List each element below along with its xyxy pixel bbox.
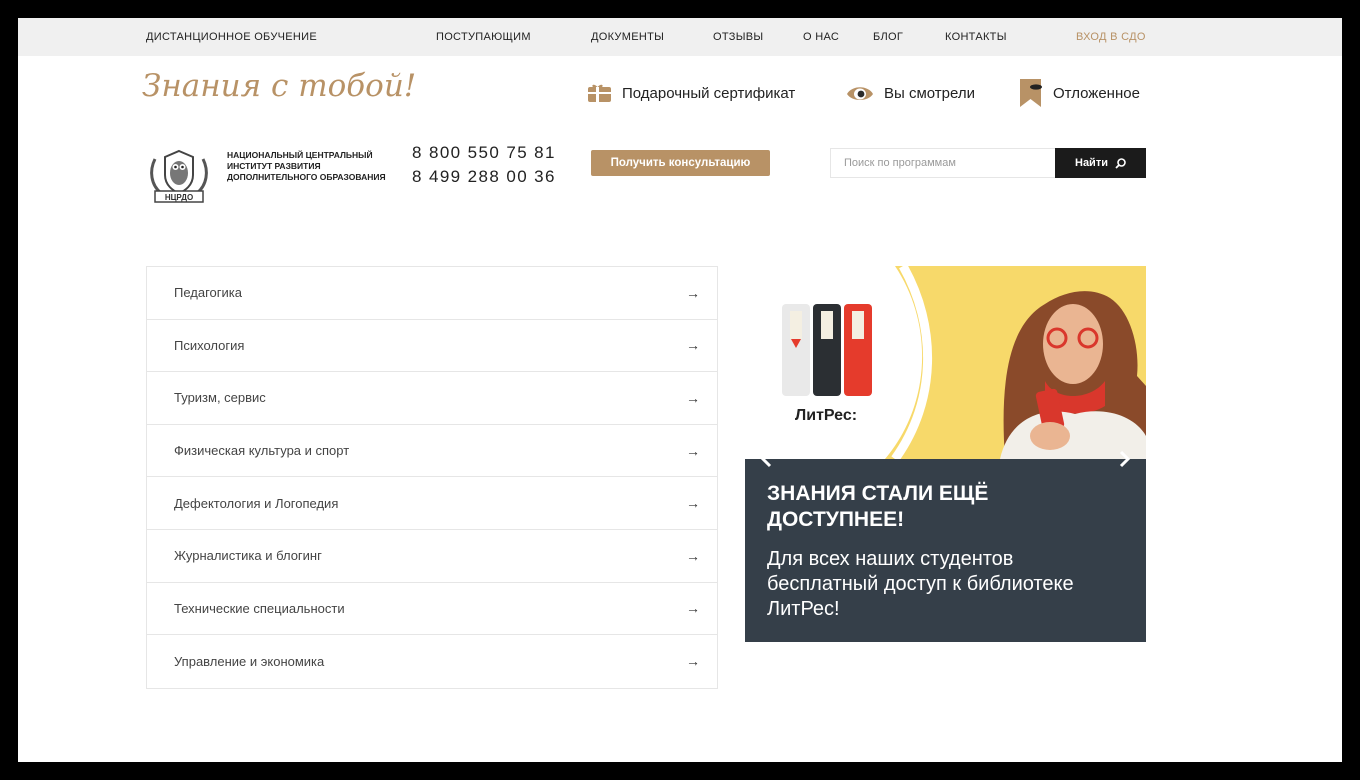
nav-blog[interactable]: БЛОГ [873, 31, 903, 43]
arrow-right-icon: → [686, 653, 700, 670]
institute-name: НАЦИОНАЛЬНЫЙ ЦЕНТРАЛЬНЫЙ ИНСТИТУТ РАЗВИТ… [227, 150, 386, 182]
gift-certificate-link[interactable]: Подарочный сертификат [587, 78, 795, 108]
gift-certificate-label: Подарочный сертификат [622, 84, 796, 102]
arrow-right-icon: → [686, 547, 700, 564]
category-item-tourism[interactable]: Туризм, сервис → [147, 372, 717, 425]
slogan: Знания с тобой! [142, 68, 417, 104]
gift-icon [588, 84, 611, 102]
banner-next-button[interactable] [1114, 449, 1134, 469]
category-label: Туризм, сервис [174, 390, 266, 406]
saved-link[interactable]: Отложенное [1019, 78, 1140, 108]
arrow-right-icon: → [686, 442, 700, 459]
category-item-defectology[interactable]: Дефектология и Логопедия → [147, 477, 717, 530]
category-list: Педагогика → Психология → Туризм, сервис → … [146, 266, 718, 689]
arrow-right-icon: → [686, 495, 700, 512]
banner-image: ЛитРес: [745, 266, 1146, 459]
viewed-link[interactable]: Вы смотрели [846, 78, 975, 108]
category-item-sport[interactable]: Физическая культура и спорт → [147, 425, 717, 478]
phone-2[interactable]: 8 499 288 00 36 [412, 167, 556, 187]
eye-icon [847, 87, 873, 100]
login-link[interactable]: ВХОД В СДО [1076, 31, 1146, 43]
arrow-right-icon: → [686, 600, 700, 617]
chevron-left-icon [760, 450, 772, 468]
category-label: Физическая культура и спорт [174, 443, 350, 459]
top-nav: ДИСТАНЦИОННОЕ ОБУЧЕНИЕ ПОСТУПАЮЩИМ ДОКУМ… [18, 18, 1342, 56]
viewed-label: Вы смотрели [884, 84, 975, 102]
nav-distance-learning[interactable]: ДИСТАНЦИОННОЕ ОБУЧЕНИЕ [146, 31, 317, 43]
banner-brand: ЛитРес: [795, 407, 857, 424]
promo-banner[interactable]: ЛитРес: ЗНАНИЯ СТАЛИ ЕЩЁ ДОСТУПНЕЕ! Для … [745, 266, 1146, 642]
category-label: Психология [174, 337, 245, 353]
consultation-button[interactable]: Получить консультацию [591, 150, 770, 176]
arrow-right-icon: → [686, 389, 700, 406]
banner-illustration: ЛитРес: [745, 266, 1146, 459]
category-label: Дефектология и Логопедия [174, 495, 339, 511]
category-label: Управление и экономика [174, 653, 325, 669]
saved-label: Отложенное [1053, 84, 1140, 102]
search-button[interactable]: Найти [1055, 148, 1146, 178]
category-item-management[interactable]: Управление и экономика → [147, 635, 717, 688]
arrow-right-icon: → [686, 337, 700, 354]
nav-reviews[interactable]: ОТЗЫВЫ [713, 31, 763, 43]
banner-text-box: ЗНАНИЯ СТАЛИ ЕЩЁ ДОСТУПНЕЕ! Для всех наш… [745, 459, 1146, 642]
banner-text: Для всех наших студентов бесплатный дост… [767, 548, 1074, 620]
bookmark-icon [1020, 79, 1042, 107]
category-item-pedagogy[interactable]: Педагогика → [147, 267, 717, 320]
search-button-label: Найти [1075, 157, 1108, 169]
nav-applicants[interactable]: ПОСТУПАЮЩИМ [436, 31, 531, 43]
search-input[interactable] [830, 148, 1055, 178]
arrow-right-icon: → [686, 284, 700, 301]
owl-emblem-icon: НЦРДО [150, 149, 208, 203]
nav-contacts[interactable]: КОНТАКТЫ [945, 31, 1007, 43]
banner-title: ЗНАНИЯ СТАЛИ ЕЩЁ ДОСТУПНЕЕ! [767, 482, 989, 531]
category-label: Технические специальности [174, 600, 345, 616]
page: ДИСТАНЦИОННОЕ ОБУЧЕНИЕ ПОСТУПАЮЩИМ ДОКУМ… [18, 18, 1342, 762]
category-item-journalism[interactable]: Журналистика и блогинг → [147, 530, 717, 583]
category-item-technical[interactable]: Технические специальности → [147, 583, 717, 636]
nav-about[interactable]: О НАС [803, 31, 839, 43]
category-item-psychology[interactable]: Психология → [147, 320, 717, 373]
logo-emblem-text: НЦРДО [165, 193, 193, 202]
banner-prev-button[interactable] [757, 449, 777, 469]
chevron-right-icon [1119, 450, 1131, 468]
category-label: Педагогика [174, 285, 242, 301]
nav-documents[interactable]: ДОКУМЕНТЫ [591, 31, 664, 43]
category-label: Журналистика и блогинг [174, 548, 322, 564]
phone-1[interactable]: 8 800 550 75 81 [412, 143, 556, 163]
search-icon [1115, 157, 1126, 169]
logo-emblem[interactable]: НЦРДО [147, 147, 211, 205]
